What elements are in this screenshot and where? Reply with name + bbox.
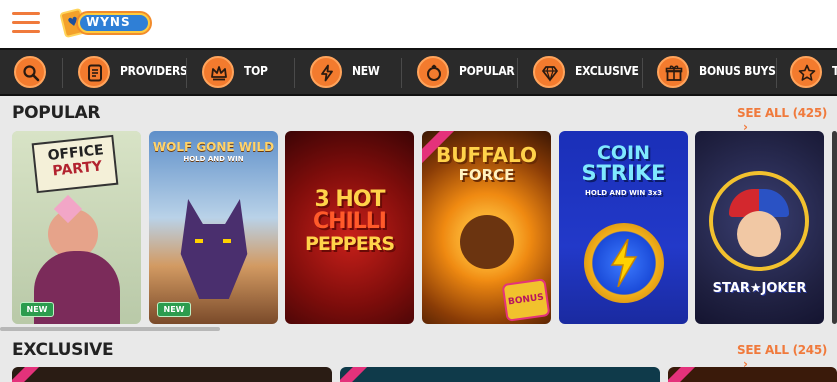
carousel-scrollbar[interactable]: [0, 327, 220, 331]
game-title: COIN STRIKE HOLD AND WIN 3x3: [581, 142, 666, 197]
game-title: WOLF GONE WILD HOLD AND WIN: [152, 140, 275, 163]
game-tile[interactable]: WOLF GONE WILD HOLD AND WIN NEW: [149, 131, 278, 324]
top-header: WYNS: [0, 0, 837, 48]
nav-popular-label: POPULAR: [459, 64, 515, 78]
nav-next-label: T: [832, 64, 837, 78]
see-all-exclusive-label: SEE ALL (245): [737, 343, 828, 357]
exclusive-tile[interactable]: [340, 367, 660, 382]
exclusive-tile[interactable]: [668, 367, 837, 382]
new-badge: NEW: [20, 302, 54, 317]
game-tile[interactable]: STAR★JOKER: [695, 131, 824, 324]
see-all-popular-link[interactable]: SEE ALL (425)›: [737, 106, 837, 134]
game-tile[interactable]: OFFICE PARTY NEW: [12, 131, 141, 324]
exclusive-tile[interactable]: [12, 367, 332, 382]
game-title: BUFFALO FORCE: [435, 143, 538, 184]
new-badge: NEW: [157, 302, 191, 317]
logo-text: WYNS: [86, 15, 131, 29]
nav-new-label: NEW: [352, 64, 380, 78]
game-tile-partial[interactable]: [832, 131, 837, 324]
nav-top-label: TOP: [244, 64, 268, 78]
logo[interactable]: WYNS: [59, 6, 150, 40]
see-all-popular-label: SEE ALL (425): [737, 106, 828, 120]
nav-bonus-buys-label: BONUS BUYS: [699, 64, 776, 78]
document-icon: [78, 56, 110, 88]
crown-icon: [202, 56, 234, 88]
gift-icon: [657, 56, 689, 88]
nav-providers-label: PROVIDERS: [120, 64, 188, 78]
section-title-exclusive: EXCLUSIVE: [12, 340, 114, 360]
nav-exclusive-label: EXCLUSIVE: [575, 64, 639, 78]
game-tile[interactable]: COIN STRIKE HOLD AND WIN 3x3: [559, 131, 688, 324]
menu-icon[interactable]: [12, 12, 40, 34]
game-tile[interactable]: BUFFALO FORCE BONUS: [422, 131, 551, 324]
search-icon: [14, 56, 46, 88]
lightning-icon: [610, 239, 638, 287]
star-icon: [790, 56, 822, 88]
game-title: STAR★JOKER: [712, 281, 807, 296]
diamond-icon: [533, 56, 565, 88]
game-tile[interactable]: 3 HOT CHILLI PEPPERS: [285, 131, 414, 324]
category-nav: PROVIDERS TOP NEW POPULAR EXCLUSIVE BONU…: [0, 48, 837, 96]
flame-icon: [417, 56, 449, 88]
section-title-popular: POPULAR: [12, 103, 101, 123]
game-title: 3 HOT CHILLI PEPPERS: [304, 187, 395, 256]
lightning-icon: [310, 56, 342, 88]
